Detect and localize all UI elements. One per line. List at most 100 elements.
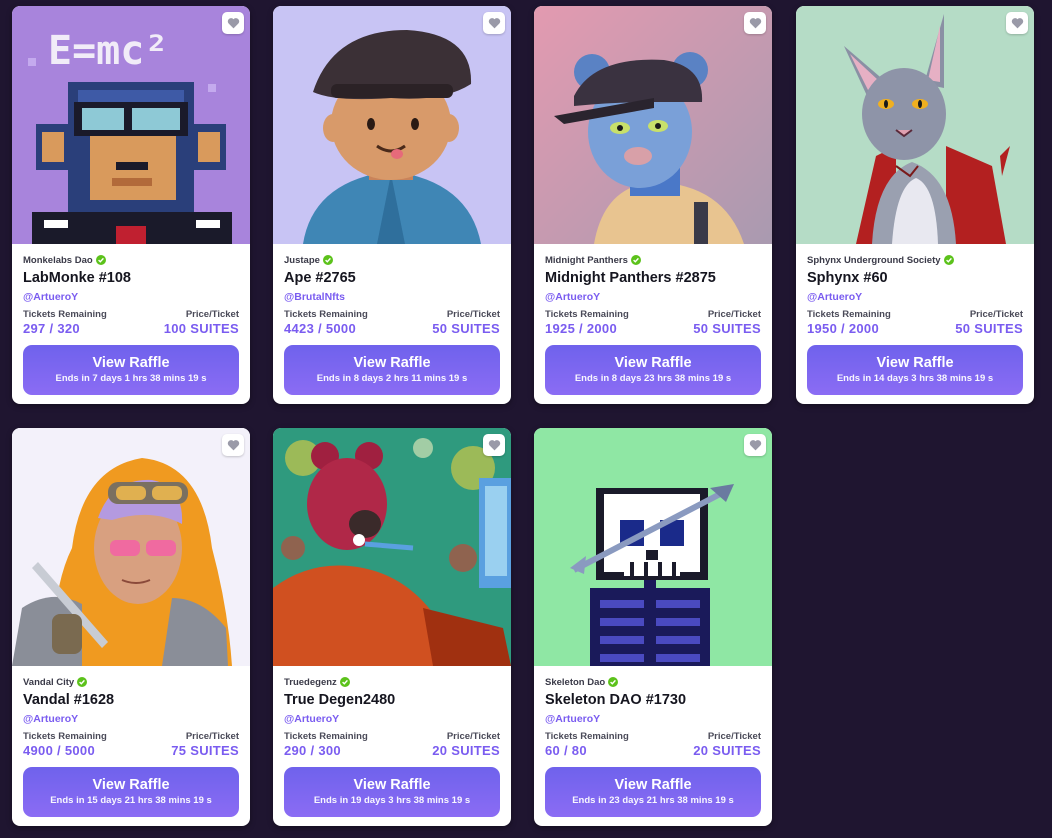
owner-link[interactable]: @ArtueroY	[807, 291, 1023, 304]
heart-icon	[227, 18, 239, 29]
collection-name: Vandal City	[23, 676, 239, 688]
owner-link[interactable]: @ArtueroY	[23, 713, 239, 726]
raffle-card: Truedegenz True Degen2480 @ArtueroY Tick…	[273, 428, 511, 826]
nft-name: Midnight Panthers #2875	[545, 270, 716, 286]
view-raffle-label: View Raffle	[614, 355, 692, 371]
nft-name: Vandal #1628	[23, 692, 115, 708]
owner-link[interactable]: @ArtueroY	[545, 713, 761, 726]
raffle-countdown: Ends in 8 days 2 hrs 11 mins 19 s	[316, 373, 468, 384]
art-formula-text: E=mc²	[48, 28, 168, 74]
view-raffle-button[interactable]: View Raffle Ends in 8 days 2 hrs 11 mins…	[284, 345, 500, 395]
view-raffle-button[interactable]: View Raffle Ends in 14 days 3 hrs 38 min…	[807, 345, 1023, 395]
collection-name: Sphynx Underground Society	[807, 254, 1023, 266]
verified-check-icon	[608, 677, 619, 687]
view-raffle-label: View Raffle	[353, 777, 431, 793]
collection-label: Monkelabs Dao	[23, 254, 93, 266]
view-raffle-button[interactable]: View Raffle Ends in 8 days 23 hrs 38 min…	[545, 345, 761, 395]
tickets-label: Tickets Remaining	[545, 309, 629, 320]
raffle-card: Sphynx Underground Society Sphynx #60 @A…	[796, 6, 1034, 404]
price-label: Price/Ticket	[707, 731, 761, 742]
tickets-label: Tickets Remaining	[284, 309, 368, 320]
favorite-button[interactable]	[483, 434, 505, 456]
view-raffle-label: View Raffle	[92, 355, 170, 371]
nft-name: Ape #2765	[284, 270, 356, 286]
tickets-value: 60 / 80	[545, 743, 587, 758]
favorite-button[interactable]	[744, 12, 766, 34]
view-raffle-label: View Raffle	[92, 777, 170, 793]
raffle-grid: E=mc² Monkelabs Dao LabMonke #108 @Artue…	[0, 0, 1052, 838]
raffle-countdown: Ends in 8 days 23 hrs 38 mins 19 s	[574, 373, 732, 384]
raffle-card: E=mc² Monkelabs Dao LabMonke #108 @Artue…	[12, 6, 250, 404]
collection-label: Midnight Panthers	[545, 254, 628, 266]
price-value: 100 SUITES	[163, 321, 239, 336]
tickets-value: 1950 / 2000	[807, 321, 879, 336]
tickets-value: 4900 / 5000	[23, 743, 95, 758]
tickets-label: Tickets Remaining	[284, 731, 368, 742]
raffle-card: Vandal City Vandal #1628 @ArtueroY Ticke…	[12, 428, 250, 826]
heart-icon	[488, 18, 500, 29]
view-raffle-button[interactable]: View Raffle Ends in 23 days 21 hrs 38 mi…	[545, 767, 761, 817]
price-value: 20 SUITES	[693, 743, 761, 758]
owner-link[interactable]: @ArtueroY	[284, 713, 500, 726]
nft-name: Skeleton DAO #1730	[545, 692, 687, 708]
price-label: Price/Ticket	[707, 309, 761, 320]
view-raffle-button[interactable]: View Raffle Ends in 15 days 21 hrs 38 mi…	[23, 767, 239, 817]
view-raffle-label: View Raffle	[614, 777, 692, 793]
price-value: 20 SUITES	[432, 743, 500, 758]
nft-name: LabMonke #108	[23, 270, 131, 286]
favorite-button[interactable]	[744, 434, 766, 456]
view-raffle-button[interactable]: View Raffle Ends in 19 days 3 hrs 38 min…	[284, 767, 500, 817]
tickets-label: Tickets Remaining	[807, 309, 891, 320]
raffle-countdown: Ends in 23 days 21 hrs 38 mins 19 s	[572, 795, 734, 806]
nft-image[interactable]	[534, 6, 772, 244]
raffle-countdown: Ends in 7 days 1 hrs 38 mins 19 s	[55, 373, 207, 384]
collection-label: Skeleton Dao	[545, 676, 606, 688]
owner-link[interactable]: @ArtueroY	[23, 291, 239, 304]
nft-image[interactable]	[12, 428, 250, 666]
raffle-card: Skeleton Dao Skeleton DAO #1730 @Artuero…	[534, 428, 772, 826]
collection-label: Truedegenz	[284, 676, 337, 688]
price-value: 50 SUITES	[693, 321, 761, 336]
nft-image[interactable]	[796, 6, 1034, 244]
collection-name: Skeleton Dao	[545, 676, 761, 688]
raffle-card: Justape Ape #2765 @BrutalNfts Tickets Re…	[273, 6, 511, 404]
heart-icon	[227, 440, 239, 451]
nft-image[interactable]	[273, 6, 511, 244]
verified-check-icon	[630, 255, 641, 265]
collection-name: Justape	[284, 254, 500, 266]
collection-label: Sphynx Underground Society	[807, 254, 941, 266]
verified-check-icon	[339, 677, 350, 687]
favorite-button[interactable]	[1006, 12, 1028, 34]
price-label: Price/Ticket	[185, 309, 239, 320]
owner-link[interactable]: @ArtueroY	[545, 291, 761, 304]
raffle-countdown: Ends in 15 days 21 hrs 38 mins 19 s	[50, 795, 212, 806]
collection-name: Truedegenz	[284, 676, 500, 688]
favorite-button[interactable]	[222, 434, 244, 456]
heart-icon	[749, 440, 761, 451]
view-raffle-button[interactable]: View Raffle Ends in 7 days 1 hrs 38 mins…	[23, 345, 239, 395]
raffle-countdown: Ends in 19 days 3 hrs 38 mins 19 s	[313, 795, 471, 806]
raffle-countdown: Ends in 14 days 3 hrs 38 mins 19 s	[836, 373, 994, 384]
verified-check-icon	[95, 255, 106, 265]
verified-check-icon	[943, 255, 954, 265]
view-raffle-label: View Raffle	[876, 355, 954, 371]
heart-icon	[1011, 18, 1023, 29]
price-value: 50 SUITES	[955, 321, 1023, 336]
view-raffle-label: View Raffle	[353, 355, 431, 371]
collection-name: Monkelabs Dao	[23, 254, 239, 266]
price-value: 50 SUITES	[432, 321, 500, 336]
favorite-button[interactable]	[483, 12, 505, 34]
collection-name: Midnight Panthers	[545, 254, 761, 266]
price-label: Price/Ticket	[185, 731, 239, 742]
owner-link[interactable]: @BrutalNfts	[284, 291, 500, 304]
tickets-value: 297 / 320	[23, 321, 80, 336]
favorite-button[interactable]	[222, 12, 244, 34]
nft-image[interactable]	[534, 428, 772, 666]
nft-image[interactable]	[273, 428, 511, 666]
tickets-label: Tickets Remaining	[545, 731, 629, 742]
collection-label: Vandal City	[23, 676, 75, 688]
tickets-label: Tickets Remaining	[23, 309, 107, 320]
heart-icon	[749, 18, 761, 29]
nft-image[interactable]: E=mc²	[12, 6, 250, 244]
nft-name: True Degen2480	[284, 692, 396, 708]
